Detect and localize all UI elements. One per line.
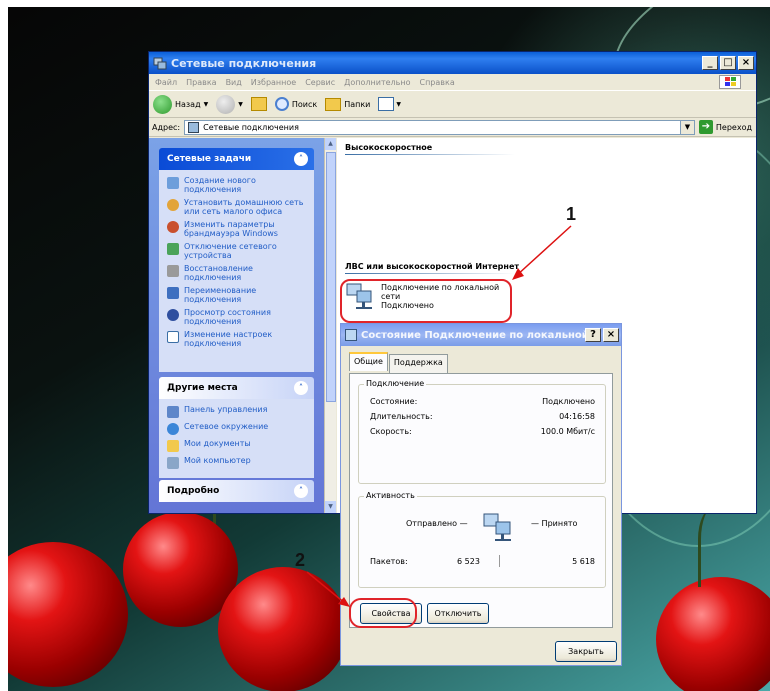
- callout-arrows: [306, 225, 572, 607]
- callout-number-1: 1: [566, 204, 577, 224]
- callout-number-2: 2: [295, 550, 306, 570]
